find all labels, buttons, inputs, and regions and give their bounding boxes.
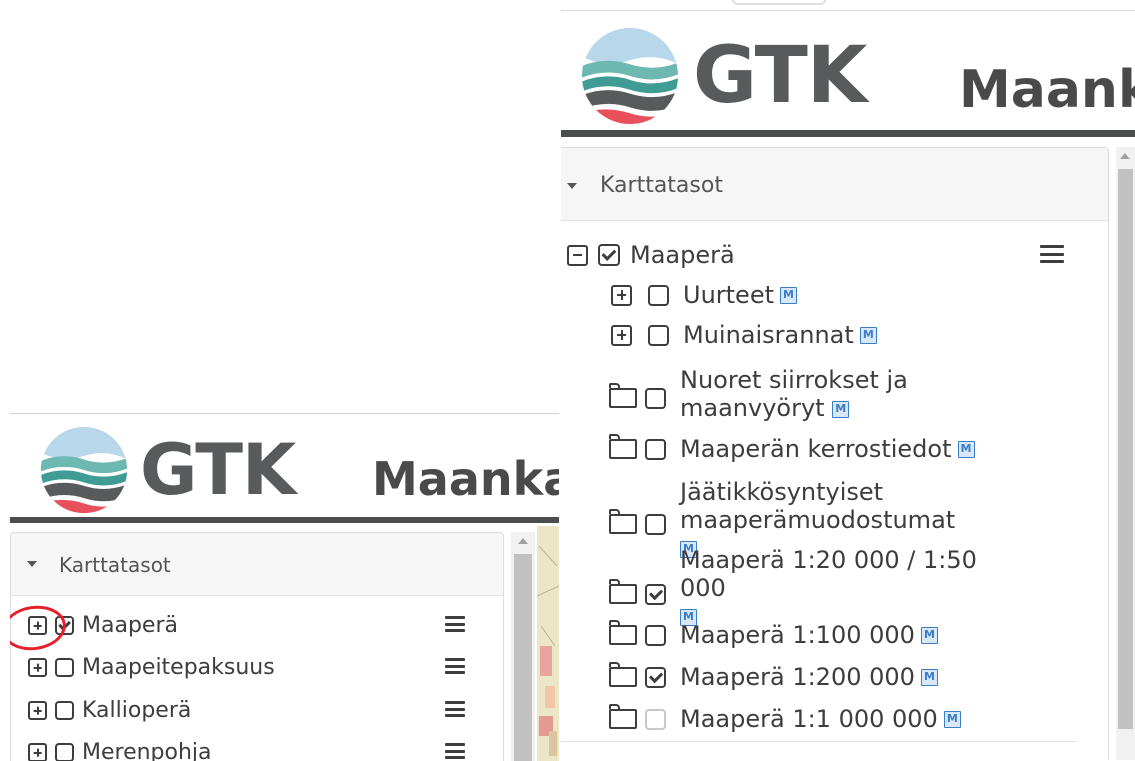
section-title: Karttatasot [59,553,171,577]
collapse-icon[interactable] [567,244,588,266]
layer-checkbox[interactable] [598,244,620,266]
layer-menu-icon[interactable] [445,743,465,759]
metadata-icon[interactable]: M [943,710,961,728]
sublayer-checkbox[interactable] [648,324,669,346]
caret-down-icon[interactable] [567,183,577,189]
layer-menu-icon[interactable] [445,658,465,674]
sublayer-label: Maaperä 1:1 000 000 [680,705,938,733]
layer-menu-icon[interactable] [445,616,465,632]
layer-label: Merenpohja [82,740,212,761]
folder-icon [609,434,637,459]
layer-label: Maapeitepaksuus [82,655,275,680]
sublayer-checkbox[interactable] [645,387,666,409]
left-screenshot-panel: GTK Maanka Karttatasot Maaperä Maapeitep… [10,413,559,761]
layer-row[interactable]: Kallioperä [28,698,191,723]
folder-icon [609,579,637,605]
folder-icon [609,662,637,687]
expand-icon[interactable] [28,701,47,720]
top-border [561,10,1135,11]
metadata-icon[interactable]: M [859,326,877,344]
karttatasot-header[interactable]: Karttatasot [11,533,503,596]
sublayer-label-text: Maaperä 1:20 000 / 1:50 000 [680,546,977,603]
sublayer-checkbox[interactable] [645,624,666,646]
metadata-icon[interactable]: M [832,400,850,418]
gtk-logo-mark-icon [40,426,128,514]
layer-checkbox[interactable] [55,743,74,761]
metadata-icon[interactable]: M [780,286,797,304]
right-screenshot-panel: GTK Maank Karttatasot Maaperä Uurteet M … [561,0,1135,760]
sublayer-checkbox[interactable] [645,583,666,605]
gtk-logo-text: GTK [693,31,867,121]
tab-stub [731,0,827,5]
folder-icon [609,704,637,729]
expand-icon[interactable] [611,284,632,306]
gtk-logo-text: GTK [140,429,296,511]
metadata-icon[interactable]: M [957,440,975,458]
scrollbar-thumb[interactable] [514,554,532,761]
sublayer-checkbox[interactable] [645,438,666,460]
sublayer-label: Maaperä 1:20 000 / 1:50 000 M [680,546,999,631]
layer-row[interactable]: Merenpohja [28,740,212,761]
gtk-logo: GTK [40,426,296,514]
caret-down-icon[interactable] [27,561,37,567]
layer-label: Maaperä [630,241,735,269]
layer-row[interactable]: Maapeitepaksuus [28,655,275,680]
folder-icon [609,620,637,645]
layer-panel: Karttatasot Maaperä Maapeitepaksuus Kall… [10,532,504,761]
layer-checkbox[interactable] [55,658,74,677]
header-divider [561,130,1135,137]
layer-label: Maaperä [82,613,178,638]
expand-icon[interactable] [28,743,47,761]
scrollbar[interactable] [1116,147,1135,760]
scrollbar-thumb[interactable] [1118,169,1133,729]
expand-icon[interactable] [611,324,632,346]
metadata-icon[interactable]: M [920,668,938,686]
sublayer-row[interactable]: Maaperän kerrostiedot M [609,434,975,463]
sublayer-label: Muinaisrannat [683,321,854,349]
map-thumbnail [536,526,559,761]
folder-icon [609,509,637,535]
sublayer-row[interactable]: Muinaisrannat M [609,321,877,349]
sublayer-row[interactable]: Maaperä 1:1 000 000 M [609,704,961,733]
gtk-logo: GTK [581,27,867,125]
layer-label: Kallioperä [82,698,192,723]
sublayer-label: Maaperän kerrostiedot [680,435,952,463]
section-title: Karttatasot [600,173,723,198]
layer-menu-icon[interactable] [445,701,465,717]
sublayer-checkbox[interactable] [645,666,666,688]
expand-icon[interactable] [28,658,47,677]
map-view[interactable] [536,526,559,761]
scroll-up-icon[interactable] [1120,153,1130,159]
layer-row[interactable]: Maaperä [567,241,735,269]
layer-checkbox[interactable] [55,701,74,720]
sublayer-label-text: Jäätikkösyntyiset maaperämuodostumat [680,478,956,535]
layer-menu-icon[interactable] [1040,245,1064,263]
sublayer-label-text: Nuoret siirrokset ja maanvyöryt [680,366,908,423]
sublayer-checkbox[interactable] [645,513,666,535]
karttatasot-header[interactable]: Karttatasot [561,148,1108,221]
gtk-logo-mark-icon [581,27,679,125]
app-title: Maank [959,60,1135,120]
sublayer-row[interactable]: Maaperä 1:200 000 M [609,662,938,691]
scroll-up-icon[interactable] [518,538,528,544]
folder-icon [609,383,637,409]
sublayer-checkbox[interactable] [645,708,666,730]
sublayer-row[interactable]: Uurteet M [609,281,797,309]
sublayer-checkbox[interactable] [648,284,669,306]
header-divider [10,517,559,523]
sublayer-label: Maaperä 1:100 000 [680,621,915,649]
metadata-icon[interactable]: M [920,626,938,644]
scrollbar[interactable] [511,532,535,761]
sublayer-row[interactable]: Maaperä 1:100 000 M [609,620,938,649]
sublayer-label: Uurteet [683,281,774,309]
sublayer-label: Nuoret siirrokset ja maanvyöryt M [680,366,919,423]
app-title: Maanka [372,452,559,506]
sublayer-row[interactable]: Nuoret siirrokset ja maanvyöryt M [609,366,919,423]
layer-panel: Karttatasot Maaperä Uurteet M Muinaisran… [561,147,1109,760]
row-divider [561,741,1077,742]
sublayer-row[interactable]: Maaperä 1:20 000 / 1:50 000 M [609,546,999,631]
sublayer-label: Maaperä 1:200 000 [680,663,915,691]
